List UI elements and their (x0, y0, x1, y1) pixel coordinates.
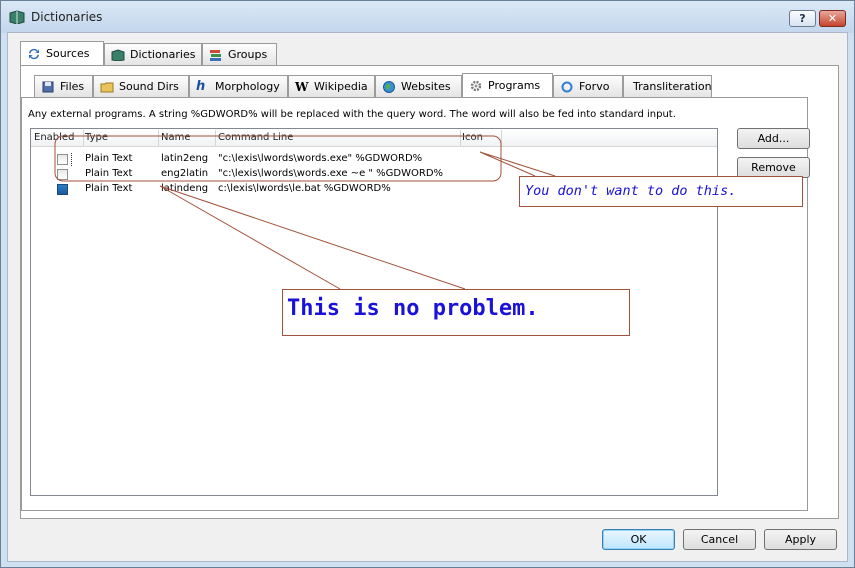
command-cell: "c:\lexis\lwords\words.exe" %GDWORD% (218, 153, 423, 164)
book-icon (9, 10, 25, 24)
table-header: Enabled Type Name Command Line Icon (31, 129, 717, 147)
name-cell: latindeng (161, 183, 209, 194)
apply-button[interactable]: Apply (764, 529, 837, 550)
table-row[interactable]: Plain Text latin2eng "c:\lexis\lwords\wo… (31, 152, 717, 167)
tab-files[interactable]: Files (34, 75, 93, 97)
type-cell: Plain Text (85, 153, 133, 164)
remove-button[interactable]: Remove (737, 157, 810, 178)
book-icon (111, 48, 125, 61)
window-title: Dictionaries (31, 10, 103, 24)
tab-label: Sources (46, 47, 90, 60)
tab-sources[interactable]: Sources (20, 41, 104, 65)
tab-label: Transliteration (633, 80, 712, 93)
type-cell: Plain Text (85, 183, 133, 194)
column-name[interactable]: Name (161, 132, 191, 143)
tab-label: Morphology (215, 80, 280, 93)
tab-dictionaries[interactable]: Dictionaries (104, 43, 202, 65)
programs-description: Any external programs. A string %GDWORD%… (28, 109, 676, 120)
tab-label: Dictionaries (130, 48, 196, 61)
name-cell: latin2eng (161, 153, 209, 164)
tab-label: Groups (228, 48, 268, 61)
tab-websites[interactable]: Websites (375, 75, 462, 97)
name-cell: eng2latin (161, 168, 209, 179)
type-cell: Plain Text (85, 168, 133, 179)
tab-morphology[interactable]: h Morphology (189, 75, 288, 97)
help-button[interactable]: ? (789, 10, 816, 27)
enabled-checkbox[interactable] (57, 169, 68, 180)
ok-note-annotation: This is no problem. (282, 289, 630, 336)
dictionaries-window: Dictionaries ? ✕ Sources Dictionaries Gr… (0, 0, 855, 568)
column-type[interactable]: Type (85, 132, 108, 143)
title-bar[interactable]: Dictionaries ? ✕ (1, 1, 854, 33)
column-icon[interactable]: Icon (462, 132, 483, 143)
tab-transliteration[interactable]: Transliteration (623, 75, 712, 97)
tab-label: Programs (488, 79, 541, 92)
enabled-checkbox[interactable] (57, 154, 68, 165)
tab-groups[interactable]: Groups (202, 43, 277, 65)
tab-label: Wikipedia (314, 80, 368, 93)
files-icon (42, 81, 54, 92)
wikipedia-icon: W (295, 79, 309, 94)
close-button[interactable]: ✕ (819, 10, 846, 27)
command-cell: "c:\lexis\lwords\words.exe ~e " %GDWORD% (218, 168, 444, 179)
column-command-line[interactable]: Command Line (218, 132, 293, 143)
tab-forvo[interactable]: Forvo (553, 75, 623, 97)
folder-icon (100, 82, 114, 92)
command-cell: c:\lexis\lwords\le.bat %GDWORD% (218, 183, 391, 194)
tab-label: Files (60, 80, 85, 93)
tab-label: Forvo (579, 80, 610, 93)
morphology-icon: h (196, 78, 206, 94)
tab-programs[interactable]: Programs (462, 73, 553, 97)
globe-icon (383, 80, 395, 93)
cancel-button[interactable]: Cancel (683, 529, 756, 550)
add-button[interactable]: Add... (737, 128, 810, 149)
focus-indicator (71, 153, 72, 166)
enabled-checkbox[interactable] (57, 184, 68, 195)
sources-icon (29, 48, 39, 59)
column-enabled[interactable]: Enabled (34, 132, 74, 143)
tab-label: Sound Dirs (119, 80, 179, 93)
tab-wikipedia[interactable]: W Wikipedia (288, 75, 375, 97)
forvo-icon (561, 81, 573, 92)
gear-icon (470, 80, 482, 91)
ok-button[interactable]: OK (602, 529, 675, 550)
tab-label: Websites (401, 80, 451, 93)
warning-annotation: You don't want to do this. (519, 176, 803, 207)
tab-sound-dirs[interactable]: Sound Dirs (93, 75, 189, 97)
groups-icon (210, 49, 221, 61)
